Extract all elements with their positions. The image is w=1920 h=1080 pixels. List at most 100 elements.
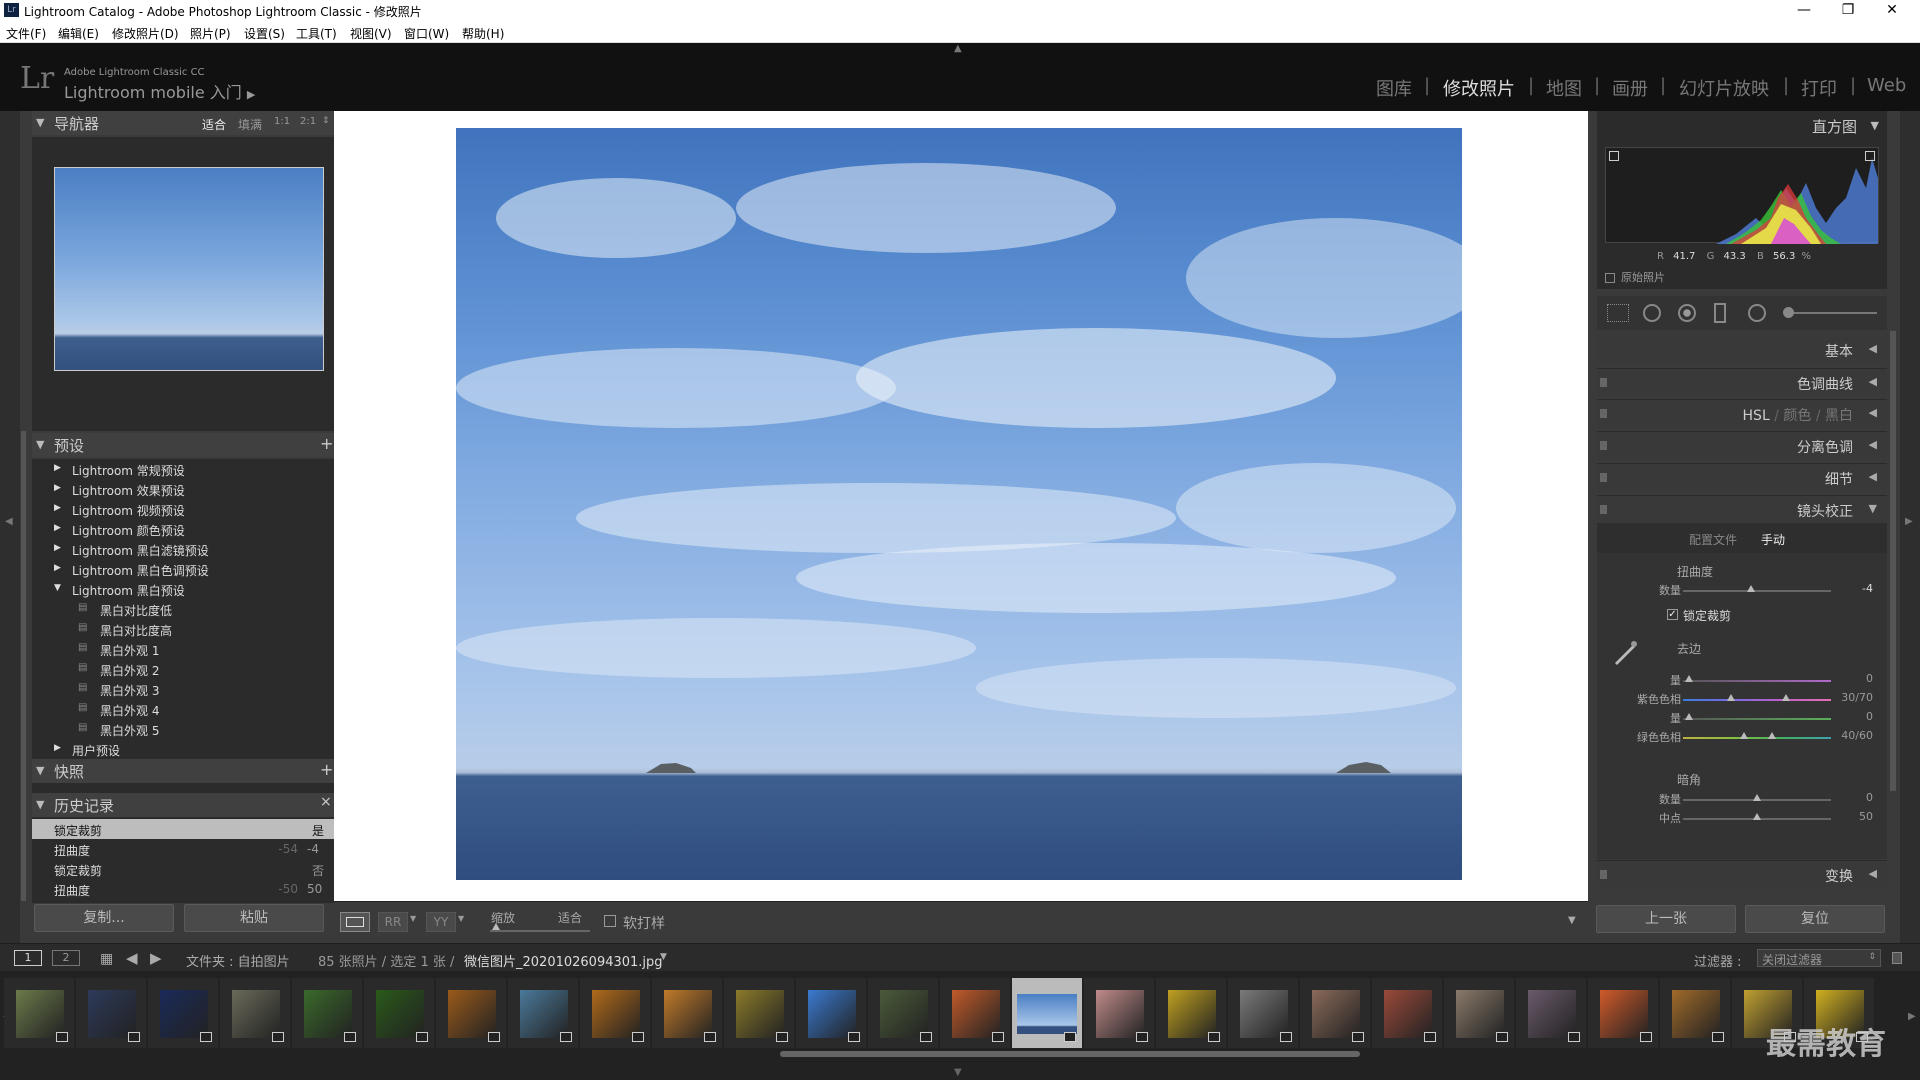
purple-amount-knob[interactable] [1685, 675, 1693, 682]
preset-item[interactable]: ▤ 黑白对比度低 [32, 599, 322, 619]
filmstrip-thumbnail[interactable] [1372, 978, 1442, 1048]
graduated-filter-icon[interactable] [1714, 303, 1726, 323]
module-print[interactable]: 打印 [1801, 75, 1837, 101]
paste-settings-button[interactable]: 粘贴 [184, 904, 324, 932]
collapse-triangle-icon[interactable]: ▼ [1871, 119, 1879, 132]
preset-group[interactable]: ▶ Lightroom 颜色预设 [32, 519, 322, 539]
preset-group[interactable]: ▶ Lightroom 效果预设 [32, 479, 322, 499]
history-row[interactable]: 锁定裁剪 否 [32, 859, 334, 879]
left-panel-scrollbar[interactable] [21, 431, 26, 901]
zoom-1-1[interactable]: 1:1 [274, 116, 290, 127]
module-develop[interactable]: 修改照片 [1443, 75, 1515, 101]
crop-tool-icon[interactable] [1607, 304, 1629, 322]
filter-lock-icon[interactable] [1892, 952, 1902, 964]
menu-settings[interactable]: 设置(S) [244, 25, 285, 42]
snapshots-header[interactable]: ▼ 快照 + [32, 759, 334, 783]
add-snapshot-icon[interactable]: + [320, 760, 333, 779]
module-web[interactable]: Web [1867, 75, 1906, 96]
filmstrip-thumbnail[interactable] [1300, 978, 1370, 1048]
preset-item[interactable]: ▤ 黑白外观 1 [32, 639, 322, 659]
before-after-lr-icon[interactable]: RR [378, 912, 408, 932]
previous-button[interactable]: 上一张 [1596, 905, 1736, 933]
filmstrip-thumbnail[interactable] [148, 978, 218, 1048]
dropdown-arrow-icon[interactable]: ▼ [458, 914, 464, 923]
filmstrip-thumbnail[interactable] [1012, 978, 1082, 1048]
preset-group-expanded[interactable]: ▼ Lightroom 黑白预设 [32, 579, 322, 599]
purple-amount-slider[interactable] [1683, 680, 1831, 682]
navigator-thumbnail[interactable] [54, 167, 324, 371]
filmstrip-thumbnail[interactable] [1444, 978, 1514, 1048]
folder-source[interactable]: 文件夹 : 自拍图片 [186, 951, 290, 970]
filmstrip-thumbnail[interactable] [4, 978, 74, 1048]
main-photo[interactable] [456, 128, 1462, 880]
preset-group[interactable]: ▶ Lightroom 黑白色调预设 [32, 559, 322, 579]
tab-profile[interactable]: 配置文件 [1689, 531, 1737, 548]
collapse-left-icon[interactable]: ◀ [5, 516, 13, 527]
main-window-button[interactable]: 1 [14, 950, 42, 966]
green-hue-knob-low[interactable] [1740, 732, 1748, 739]
constrain-crop-checkbox[interactable]: ✓ [1667, 609, 1678, 620]
menu-edit[interactable]: 编辑(E) [58, 25, 99, 42]
menu-window[interactable]: 窗口(W) [404, 25, 449, 42]
purple-hue-knob-low[interactable] [1727, 694, 1735, 701]
filmstrip-thumbnail[interactable] [1660, 978, 1730, 1048]
current-filename[interactable]: 微信图片_20201026094301.jpg [464, 951, 663, 970]
menu-tools[interactable]: 工具(T) [296, 25, 337, 42]
softproof-checkbox[interactable] [604, 915, 616, 927]
transform-section-header[interactable]: 变换 ◀ [1597, 860, 1887, 887]
shadow-clipping-icon[interactable] [1609, 151, 1619, 161]
filmstrip-thumbnail[interactable] [580, 978, 650, 1048]
histogram-graph[interactable] [1605, 147, 1879, 244]
before-after-tb-icon[interactable]: YY [426, 912, 456, 932]
vignette-amount-value[interactable]: 0 [1837, 791, 1873, 804]
preset-item[interactable]: ▤ 黑白外观 3 [32, 679, 322, 699]
basic-section-header[interactable]: 基本 ◀ [1597, 336, 1887, 363]
preset-item[interactable]: ▤ 黑白外观 5 [32, 719, 322, 739]
history-header[interactable]: ▼ 历史记录 × [32, 793, 334, 817]
preset-group[interactable]: ▶ Lightroom 视频预设 [32, 499, 322, 519]
distortion-slider-knob[interactable] [1747, 585, 1755, 592]
menu-photo[interactable]: 照片(P) [190, 25, 231, 42]
preset-group[interactable]: ▶ Lightroom 常规预设 [32, 459, 322, 479]
filmstrip-scrollbar[interactable] [780, 1051, 1360, 1057]
vignette-midpoint-value[interactable]: 50 [1837, 810, 1873, 823]
filmstrip-thumbnail[interactable] [220, 978, 290, 1048]
zoom-fit[interactable]: 适合 [202, 116, 226, 133]
reset-button[interactable]: 复位 [1745, 905, 1885, 933]
module-map[interactable]: 地图 [1546, 75, 1582, 101]
red-eye-icon[interactable] [1678, 304, 1696, 322]
mobile-getting-started[interactable]: Lightroom mobile 入门 ▶ [64, 79, 255, 103]
zoom-slider[interactable] [490, 930, 590, 932]
adjustment-brush-icon[interactable] [1785, 312, 1877, 314]
original-photo-checkbox[interactable] [1605, 273, 1615, 283]
filmstrip-thumbnail[interactable] [436, 978, 506, 1048]
back-arrow-icon[interactable]: ◀ [126, 949, 138, 967]
history-row[interactable]: 扭曲度 -54 -4 [32, 839, 334, 859]
preset-group[interactable]: ▶ 用户预设 [32, 739, 322, 759]
green-hue-value[interactable]: 40/60 [1837, 729, 1873, 742]
purple-hue-knob-high[interactable] [1782, 694, 1790, 701]
preset-group[interactable]: ▶ Lightroom 黑白滤镜预设 [32, 539, 322, 559]
preset-item[interactable]: ▤ 黑白外观 4 [32, 699, 322, 719]
green-hue-knob-high[interactable] [1768, 732, 1776, 739]
add-preset-icon[interactable]: + [320, 434, 333, 453]
zoom-slider-knob[interactable] [492, 923, 500, 930]
module-library[interactable]: 图库 [1376, 75, 1412, 101]
collapse-right-icon[interactable]: ▶ [1905, 516, 1913, 527]
tone-curve-section-header[interactable]: 色调曲线 ◀ [1597, 368, 1887, 395]
copy-settings-button[interactable]: 复制... [34, 904, 174, 932]
preset-item[interactable]: ▤ 黑白对比度高 [32, 619, 322, 639]
right-panel-scrollbar[interactable] [1890, 331, 1896, 791]
purple-hue-slider[interactable] [1683, 699, 1831, 701]
green-amount-knob[interactable] [1685, 713, 1693, 720]
filmstrip-thumbnail[interactable] [76, 978, 146, 1048]
clear-history-icon[interactable]: × [320, 794, 332, 810]
filmstrip-scroll-right-icon[interactable]: ▶ [1908, 1011, 1916, 1022]
close-icon[interactable]: ✕ [1870, 0, 1914, 21]
filmstrip-thumbnail[interactable] [508, 978, 578, 1048]
split-toning-section-header[interactable]: 分离色调 ◀ [1597, 431, 1887, 458]
grid-view-icon[interactable]: ▦ [100, 951, 113, 967]
dropdown-arrow-icon[interactable]: ▼ [410, 914, 416, 923]
green-amount-value[interactable]: 0 [1837, 710, 1873, 723]
spot-removal-icon[interactable] [1643, 304, 1661, 322]
